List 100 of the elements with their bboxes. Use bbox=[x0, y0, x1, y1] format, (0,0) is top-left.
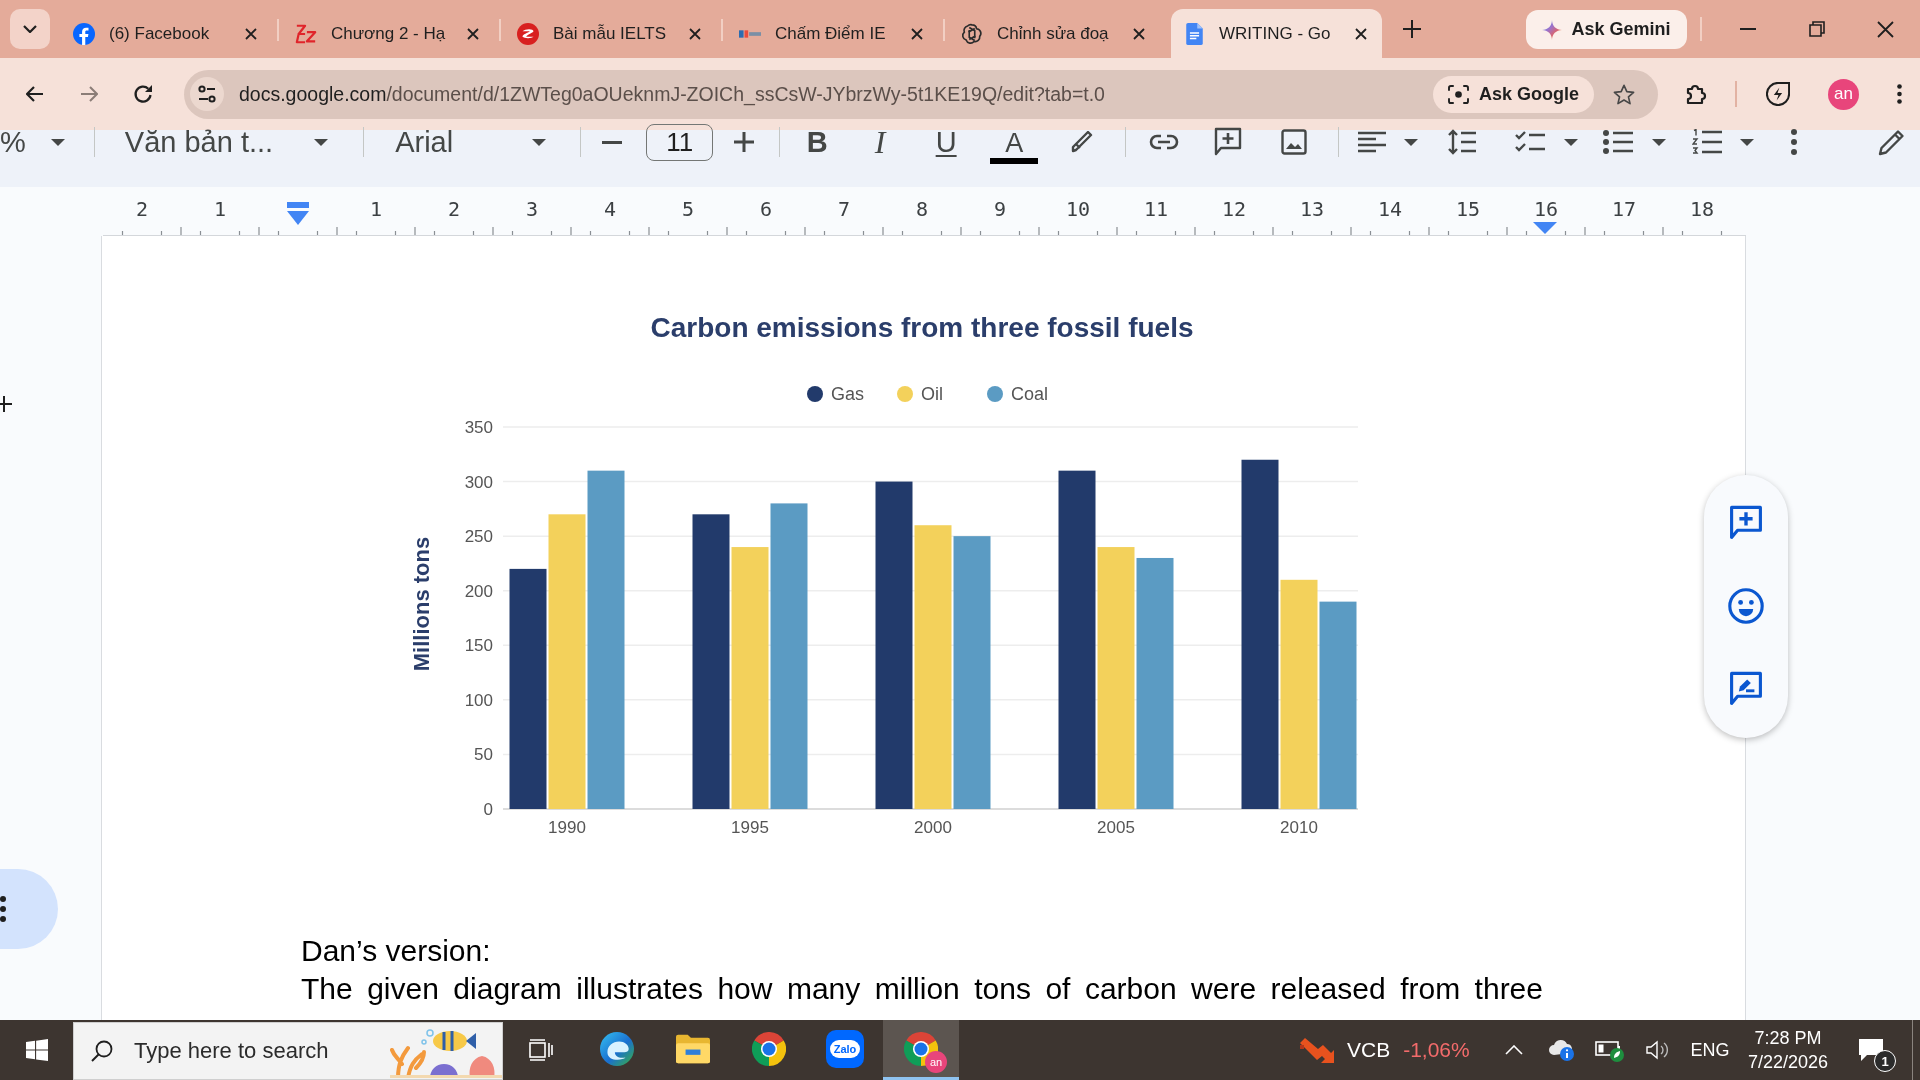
swoosh-circle-icon bbox=[517, 22, 539, 45]
clock-button[interactable]: 7:28 PM 7/22/2026 bbox=[1738, 1020, 1838, 1080]
search-icon[interactable] bbox=[91, 1040, 113, 1062]
x-category-label: 1990 bbox=[548, 818, 586, 837]
caret-icon[interactable] bbox=[1652, 138, 1667, 146]
bookmark-star-icon[interactable] bbox=[1613, 83, 1635, 105]
kebab-menu-icon[interactable] bbox=[1897, 84, 1902, 104]
ruler-number: 18 bbox=[1689, 198, 1715, 220]
close-icon[interactable] bbox=[1877, 20, 1894, 38]
lens-icon bbox=[1448, 84, 1469, 104]
restore-icon[interactable] bbox=[1808, 21, 1825, 37]
site-settings-icon[interactable] bbox=[190, 77, 224, 111]
close-icon[interactable] bbox=[245, 27, 257, 40]
taskbar-app-button[interactable]: Zalo bbox=[807, 1020, 883, 1080]
tab-search-button[interactable] bbox=[10, 9, 50, 49]
close-icon[interactable] bbox=[467, 27, 479, 40]
y-tick-label: 150 bbox=[464, 636, 493, 656]
ask-google-button[interactable]: Ask Google bbox=[1433, 75, 1594, 113]
banner-logo-icon bbox=[739, 29, 761, 38]
trend-arrow-icon bbox=[1300, 1037, 1336, 1063]
legend-label: Oil bbox=[921, 384, 943, 404]
stock-widget[interactable]: VCB -1,06% bbox=[1300, 1020, 1490, 1080]
browser-tab[interactable]: WRITING - Go bbox=[1171, 9, 1382, 58]
browser-tab[interactable]: (6) Facebook bbox=[61, 9, 272, 58]
underline-button[interactable]: U bbox=[926, 122, 967, 162]
y-tick-label: 100 bbox=[464, 690, 493, 710]
language-indicator[interactable]: ENG bbox=[1682, 1020, 1738, 1080]
numbered-list-icon[interactable] bbox=[1692, 129, 1723, 155]
taskbar-app-button[interactable]: an bbox=[883, 1020, 959, 1080]
browser-tab[interactable]: Chỉnh sửa đoạ bbox=[949, 9, 1160, 58]
message-icon bbox=[1858, 1038, 1884, 1062]
vertical-dots-icon bbox=[0, 896, 6, 922]
add-comment-icon[interactable] bbox=[1214, 127, 1243, 157]
browser-tab[interactable]: Bài mẫu IELTS bbox=[505, 9, 716, 58]
x-category-label: 1995 bbox=[731, 818, 769, 837]
url-text[interactable]: docs.google.com/document/d/1ZWTeg0aOUeknmJ-ZOICh_ssCsW-JYbrzWy-5t1KE19Q/edit?tab=t.0 bbox=[239, 82, 1105, 106]
browser-tab[interactable]: Chương 2 - Hạ bbox=[283, 9, 494, 58]
indent-marker-icon[interactable] bbox=[287, 201, 309, 225]
add-comment-icon[interactable] bbox=[1728, 505, 1764, 541]
text-color-button[interactable]: A bbox=[990, 120, 1039, 164]
image-icon[interactable] bbox=[1281, 129, 1308, 155]
ruler-number: 14 bbox=[1377, 198, 1403, 220]
speaker-icon[interactable] bbox=[1646, 1039, 1670, 1061]
checklist-icon[interactable] bbox=[1515, 130, 1546, 154]
puzzle-icon[interactable] bbox=[1685, 82, 1709, 106]
zoom-dropdown[interactable]: % bbox=[0, 122, 65, 162]
ruler-number: 2 bbox=[447, 198, 460, 220]
notifications-button[interactable]: 1 bbox=[1838, 1020, 1904, 1080]
battery-icon[interactable] bbox=[1595, 1038, 1625, 1062]
indent-marker-icon[interactable] bbox=[1533, 222, 1557, 234]
bold-button[interactable]: B bbox=[797, 122, 838, 162]
ruler-number: 17 bbox=[1611, 198, 1637, 220]
smiley-icon[interactable] bbox=[1728, 588, 1764, 624]
search-field[interactable]: Type here to search bbox=[134, 1038, 339, 1064]
minus-icon[interactable] bbox=[602, 140, 623, 144]
align-left-icon[interactable] bbox=[1358, 131, 1387, 153]
address-bar[interactable]: docs.google.com/document/d/1ZWTeg0aOUeknmJ-ZOICh_ssCsW-JYbrzWy-5t1KE19Q/edit?tab=t.0 Ask Google bbox=[184, 69, 1658, 119]
close-icon[interactable] bbox=[1355, 27, 1367, 40]
caret-icon[interactable] bbox=[1404, 138, 1419, 146]
ruler-number: 2 bbox=[135, 198, 148, 220]
caret-icon[interactable] bbox=[1564, 138, 1579, 146]
italic-button[interactable]: I bbox=[860, 122, 901, 162]
new-tab-icon[interactable] bbox=[1403, 20, 1421, 38]
browser-tab[interactable]: Chấm Điểm IE bbox=[727, 9, 938, 58]
ruler-number: 5 bbox=[681, 198, 694, 220]
profile-avatar[interactable]: an bbox=[1828, 78, 1859, 110]
pencil-icon[interactable] bbox=[1878, 128, 1907, 156]
plus-icon[interactable] bbox=[0, 396, 12, 412]
kebab-menu-icon[interactable] bbox=[1791, 129, 1798, 155]
browser-swirl-icon bbox=[600, 1031, 634, 1066]
x-category-label: 2000 bbox=[914, 818, 952, 837]
ruler-number: 10 bbox=[1065, 198, 1091, 220]
paragraph-style-dropdown[interactable]: Văn bản t... bbox=[124, 122, 329, 162]
forward-icon[interactable] bbox=[80, 86, 98, 102]
suggest-edit-icon[interactable] bbox=[1728, 671, 1764, 707]
link-icon[interactable] bbox=[1149, 134, 1180, 150]
paragraph-text: The given diagram illustrates how many million tons of carbon were released from three bbox=[301, 971, 1543, 1007]
chevron-up-icon[interactable] bbox=[1505, 1045, 1523, 1055]
ask-gemini-button[interactable]: Ask Gemini bbox=[1526, 10, 1687, 49]
back-icon[interactable] bbox=[26, 86, 44, 102]
line-spacing-icon[interactable] bbox=[1448, 129, 1477, 155]
y-axis-title: Millions tons bbox=[409, 536, 434, 672]
bulleted-list-icon[interactable] bbox=[1603, 130, 1634, 154]
ruler-number: 9 bbox=[993, 198, 1006, 220]
close-icon[interactable] bbox=[689, 27, 701, 40]
plus-icon[interactable] bbox=[734, 132, 755, 152]
cloud-info-icon[interactable] bbox=[1548, 1038, 1576, 1062]
font-size-field[interactable]: 11 bbox=[646, 123, 714, 161]
close-icon[interactable] bbox=[1133, 27, 1145, 40]
lightning-icon[interactable] bbox=[1766, 82, 1790, 106]
task-view-icon[interactable] bbox=[529, 1039, 553, 1061]
legend-label: Gas bbox=[831, 384, 864, 404]
caret-icon[interactable] bbox=[1740, 138, 1755, 146]
caret-icon bbox=[314, 138, 329, 146]
font-dropdown[interactable]: Arial bbox=[395, 122, 547, 162]
outline-toggle-button[interactable] bbox=[0, 869, 58, 949]
close-icon[interactable] bbox=[911, 27, 923, 40]
minimize-icon[interactable] bbox=[1739, 28, 1756, 30]
reload-icon[interactable] bbox=[133, 84, 153, 104]
y-tick-label: 200 bbox=[464, 581, 493, 601]
